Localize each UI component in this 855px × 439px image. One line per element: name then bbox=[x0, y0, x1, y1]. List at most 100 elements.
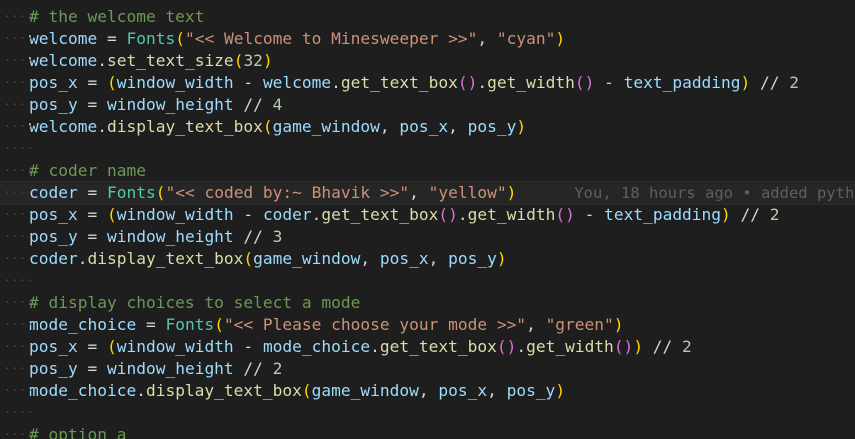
code-token: ) bbox=[496, 249, 507, 268]
code-token: // bbox=[750, 73, 790, 92]
code-token: . bbox=[331, 73, 341, 92]
whitespace-indicator: ···· bbox=[4, 54, 35, 67]
code-token: , bbox=[379, 117, 400, 136]
code-token: = bbox=[77, 95, 107, 114]
code-token: , bbox=[360, 249, 380, 268]
code-line[interactable]: ···· pos_x = (window_width - coder.get_te… bbox=[0, 204, 855, 226]
code-token: () bbox=[496, 337, 517, 356]
whitespace-indicator: ···· bbox=[4, 340, 35, 353]
code-token: window_width bbox=[116, 73, 234, 92]
code-line[interactable]: ···· mode_choice = Fonts("<< Please choos… bbox=[0, 314, 855, 336]
code-token: ( bbox=[106, 337, 117, 356]
code-token: pos_x bbox=[399, 117, 449, 136]
code-token: ( bbox=[175, 29, 185, 48]
whitespace-indicator: ···· bbox=[4, 98, 35, 111]
code-token: ( bbox=[301, 381, 312, 400]
code-line[interactable]: ···· # option a bbox=[0, 424, 855, 439]
code-token: get_width bbox=[487, 73, 575, 92]
code-line[interactable]: ···· mode_choice.display_text_box(game_wi… bbox=[0, 380, 855, 402]
code-token: 3 bbox=[272, 227, 283, 246]
code-token: // bbox=[233, 359, 273, 378]
code-token: pos_y bbox=[506, 381, 556, 400]
code-token: pos_y bbox=[448, 249, 497, 268]
code-token: = bbox=[77, 227, 107, 246]
code-line[interactable]: ···· pos_x = (window_width - welcome.get_… bbox=[0, 72, 855, 94]
code-token: , bbox=[526, 315, 546, 334]
code-token: ) bbox=[740, 73, 751, 92]
whitespace-indicator: ···· bbox=[4, 296, 35, 309]
code-token: () bbox=[457, 73, 478, 92]
code-token: , bbox=[448, 117, 468, 136]
code-token: pos_x bbox=[29, 205, 78, 224]
code-line[interactable]: ···· coder.display_text_box(game_window, … bbox=[0, 248, 855, 270]
code-token: window_height bbox=[106, 95, 234, 114]
whitespace-indicator: ···· bbox=[4, 142, 35, 155]
whitespace-indicator: ···· bbox=[4, 362, 35, 375]
code-token: // bbox=[730, 205, 770, 224]
code-token: coder bbox=[262, 205, 312, 224]
code-line[interactable]: ···· welcome = Fonts("<< Welcome to Mines… bbox=[0, 28, 855, 50]
code-token: window_width bbox=[116, 205, 234, 224]
whitespace-indicator: ···· bbox=[4, 164, 35, 177]
code-token: - bbox=[594, 73, 624, 92]
code-line[interactable]: ···· bbox=[0, 402, 855, 424]
code-line[interactable]: ···· # coder name bbox=[0, 160, 855, 182]
code-token: . bbox=[136, 381, 146, 400]
whitespace-indicator: ···· bbox=[4, 274, 35, 287]
code-line[interactable]: ···· welcome.display_text_box(game_window… bbox=[0, 116, 855, 138]
code-token: . bbox=[457, 205, 468, 224]
code-line[interactable]: ···· # display choices to select a mode bbox=[0, 292, 855, 314]
code-token: ( bbox=[233, 51, 244, 70]
code-token: ) bbox=[613, 315, 624, 334]
code-token: = bbox=[77, 359, 107, 378]
code-token: welcome bbox=[262, 73, 332, 92]
code-token: # option a bbox=[29, 425, 127, 439]
code-token: = bbox=[77, 73, 107, 92]
whitespace-indicator: ···· bbox=[4, 186, 35, 199]
code-token: . bbox=[97, 51, 107, 70]
code-token: = bbox=[77, 183, 107, 202]
whitespace-indicator: ···· bbox=[4, 208, 35, 221]
code-token: 4 bbox=[272, 95, 283, 114]
code-line[interactable]: ···· welcome.set_text_size(32) bbox=[0, 50, 855, 72]
code-token: 32 bbox=[243, 51, 263, 70]
code-token: ) bbox=[506, 183, 517, 202]
code-line[interactable]: ···· pos_x = (window_width - mode_choice.… bbox=[0, 336, 855, 358]
code-token: 2 bbox=[769, 205, 780, 224]
code-token: ( bbox=[106, 73, 117, 92]
code-token: "<< Welcome to Minesweeper >>" bbox=[184, 29, 478, 48]
code-token: = bbox=[136, 315, 166, 334]
code-token: = bbox=[77, 337, 107, 356]
code-token: pos_x bbox=[438, 381, 488, 400]
code-token: . bbox=[370, 337, 380, 356]
code-token: ( bbox=[155, 183, 166, 202]
code-token: () bbox=[438, 205, 458, 224]
code-token: Fonts bbox=[126, 29, 176, 48]
code-line[interactable]: ···· # the welcome text bbox=[0, 6, 855, 28]
code-line[interactable]: ···· bbox=[0, 138, 855, 160]
code-line[interactable]: ···· pos_y = window_height // 4 bbox=[0, 94, 855, 116]
code-token: 2 bbox=[272, 359, 283, 378]
code-token: , bbox=[487, 381, 507, 400]
code-line[interactable]: ···· bbox=[0, 270, 855, 292]
code-token: get_width bbox=[526, 337, 614, 356]
code-lines[interactable]: ···· # the welcome text ···· welcome = Font… bbox=[0, 6, 855, 439]
code-token: get_width bbox=[467, 205, 556, 224]
whitespace-indicator: ···· bbox=[4, 120, 35, 133]
code-token: , bbox=[477, 29, 497, 48]
code-line[interactable]: ···· pos_y = window_height // 2 bbox=[0, 358, 855, 380]
code-token: get_text_box bbox=[321, 205, 439, 224]
code-line[interactable]: ···· coder = Fonts("<< coded by:~ Bhavik … bbox=[0, 181, 855, 205]
code-line[interactable]: ···· pos_y = window_height // 3 bbox=[0, 226, 855, 248]
code-token: game_window bbox=[253, 249, 361, 268]
git-blame-annotation[interactable]: You, 18 hours ago • added pyth bbox=[516, 184, 854, 202]
code-token: "yellow" bbox=[428, 183, 507, 202]
code-token: coder bbox=[29, 249, 78, 268]
code-token: // bbox=[233, 227, 273, 246]
code-token: Fonts bbox=[106, 183, 156, 202]
code-token: # display choices to select a mode bbox=[29, 293, 361, 312]
code-token: # coder name bbox=[29, 161, 146, 180]
code-token: ) bbox=[516, 117, 527, 136]
whitespace-indicator: ···· bbox=[4, 252, 35, 265]
code-editor[interactable]: ···· # the welcome text ···· welcome = Font… bbox=[0, 0, 855, 439]
